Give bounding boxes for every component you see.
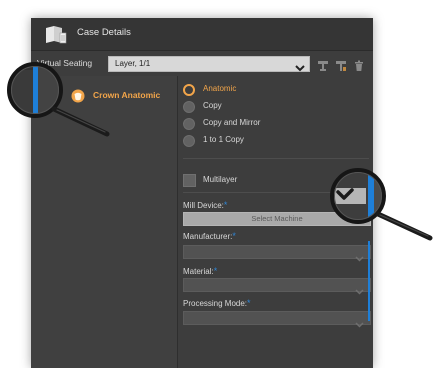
case-book-icon — [45, 24, 67, 44]
material-select[interactable] — [183, 278, 371, 295]
divider — [183, 158, 369, 159]
manufacturer-select[interactable] — [183, 245, 371, 262]
edit-layer-button[interactable] — [335, 57, 347, 71]
multilayer-checkbox[interactable] — [183, 174, 196, 187]
required-marker: * — [223, 200, 228, 210]
add-layer-button[interactable] — [317, 57, 329, 71]
title-bar: Case Details — [31, 18, 373, 51]
magnifier-left — [5, 60, 115, 140]
chevron-down-icon — [355, 314, 364, 333]
required-marker: * — [232, 231, 236, 241]
radio-label: 1 to 1 Copy — [203, 135, 244, 144]
mill-device-label: Mill Device:* — [183, 200, 228, 210]
processing-mode-select[interactable] — [183, 311, 371, 328]
chevron-down-icon — [355, 248, 364, 267]
material-label: Material:* — [183, 266, 218, 276]
manufacturer-label: Manufacturer:* — [183, 231, 236, 241]
layer-select[interactable]: Layer, 1/1 — [108, 56, 310, 72]
multilayer-label: Multilayer — [203, 175, 238, 184]
window-title: Case Details — [77, 27, 131, 38]
radio-label: Copy and Mirror — [203, 118, 261, 127]
radio-button — [183, 118, 195, 130]
trash-icon[interactable] — [353, 57, 365, 71]
chevron-down-icon — [355, 281, 364, 300]
chevron-down-icon — [295, 58, 305, 77]
required-marker: * — [247, 298, 251, 308]
radio-button — [183, 101, 195, 113]
focus-edge — [368, 241, 370, 321]
required-marker: * — [213, 266, 218, 276]
processing-mode-label: Processing Mode:* — [183, 298, 251, 308]
radio-button-selected — [183, 84, 195, 96]
layer-select-value: Layer, 1/1 — [115, 59, 151, 68]
radio-button — [183, 135, 195, 147]
radio-label: Anatomic — [203, 84, 237, 93]
radio-label: Copy — [203, 101, 222, 110]
magnifier-right — [318, 162, 434, 242]
